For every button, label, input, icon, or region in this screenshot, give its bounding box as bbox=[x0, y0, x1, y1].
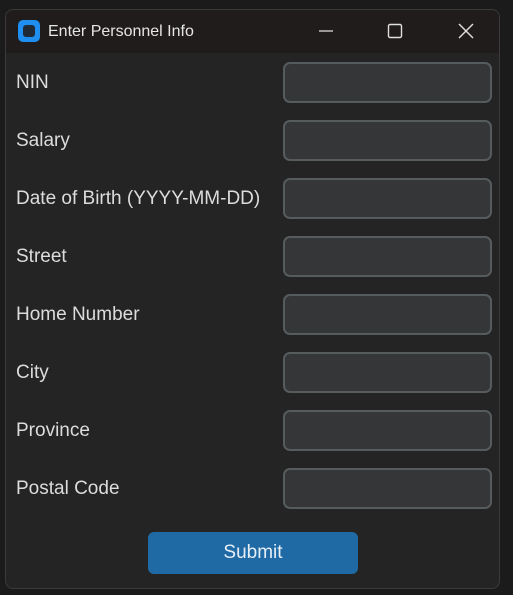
window-title: Enter Personnel Info bbox=[48, 23, 194, 40]
minimize-button[interactable] bbox=[303, 10, 349, 53]
city-label: City bbox=[16, 362, 49, 383]
close-button[interactable] bbox=[443, 10, 489, 53]
salary-label: Salary bbox=[16, 130, 70, 151]
date-of-birth-label: Date of Birth (YYYY-MM-DD) bbox=[16, 188, 261, 209]
nin-label: NIN bbox=[16, 72, 49, 93]
salary-input[interactable] bbox=[283, 120, 492, 161]
home-number-label: Home Number bbox=[16, 304, 140, 325]
maximize-button[interactable] bbox=[372, 10, 418, 53]
close-icon bbox=[458, 23, 474, 39]
province-label: Province bbox=[16, 420, 90, 441]
minimize-icon bbox=[319, 30, 333, 32]
nin-input[interactable] bbox=[283, 62, 492, 103]
city-input[interactable] bbox=[283, 352, 492, 393]
submit-button[interactable]: Submit bbox=[148, 532, 358, 574]
street-label: Street bbox=[16, 246, 67, 267]
title-bar[interactable]: Enter Personnel Info bbox=[6, 10, 499, 53]
app-icon bbox=[18, 20, 40, 42]
street-input[interactable] bbox=[283, 236, 492, 277]
postal-code-input[interactable] bbox=[283, 468, 492, 509]
date-of-birth-input[interactable] bbox=[283, 178, 492, 219]
province-input[interactable] bbox=[283, 410, 492, 451]
maximize-icon bbox=[387, 23, 403, 39]
postal-code-label: Postal Code bbox=[16, 478, 120, 499]
personnel-info-window: Enter Personnel Info NIN Salary Date of … bbox=[5, 9, 500, 589]
home-number-input[interactable] bbox=[283, 294, 492, 335]
